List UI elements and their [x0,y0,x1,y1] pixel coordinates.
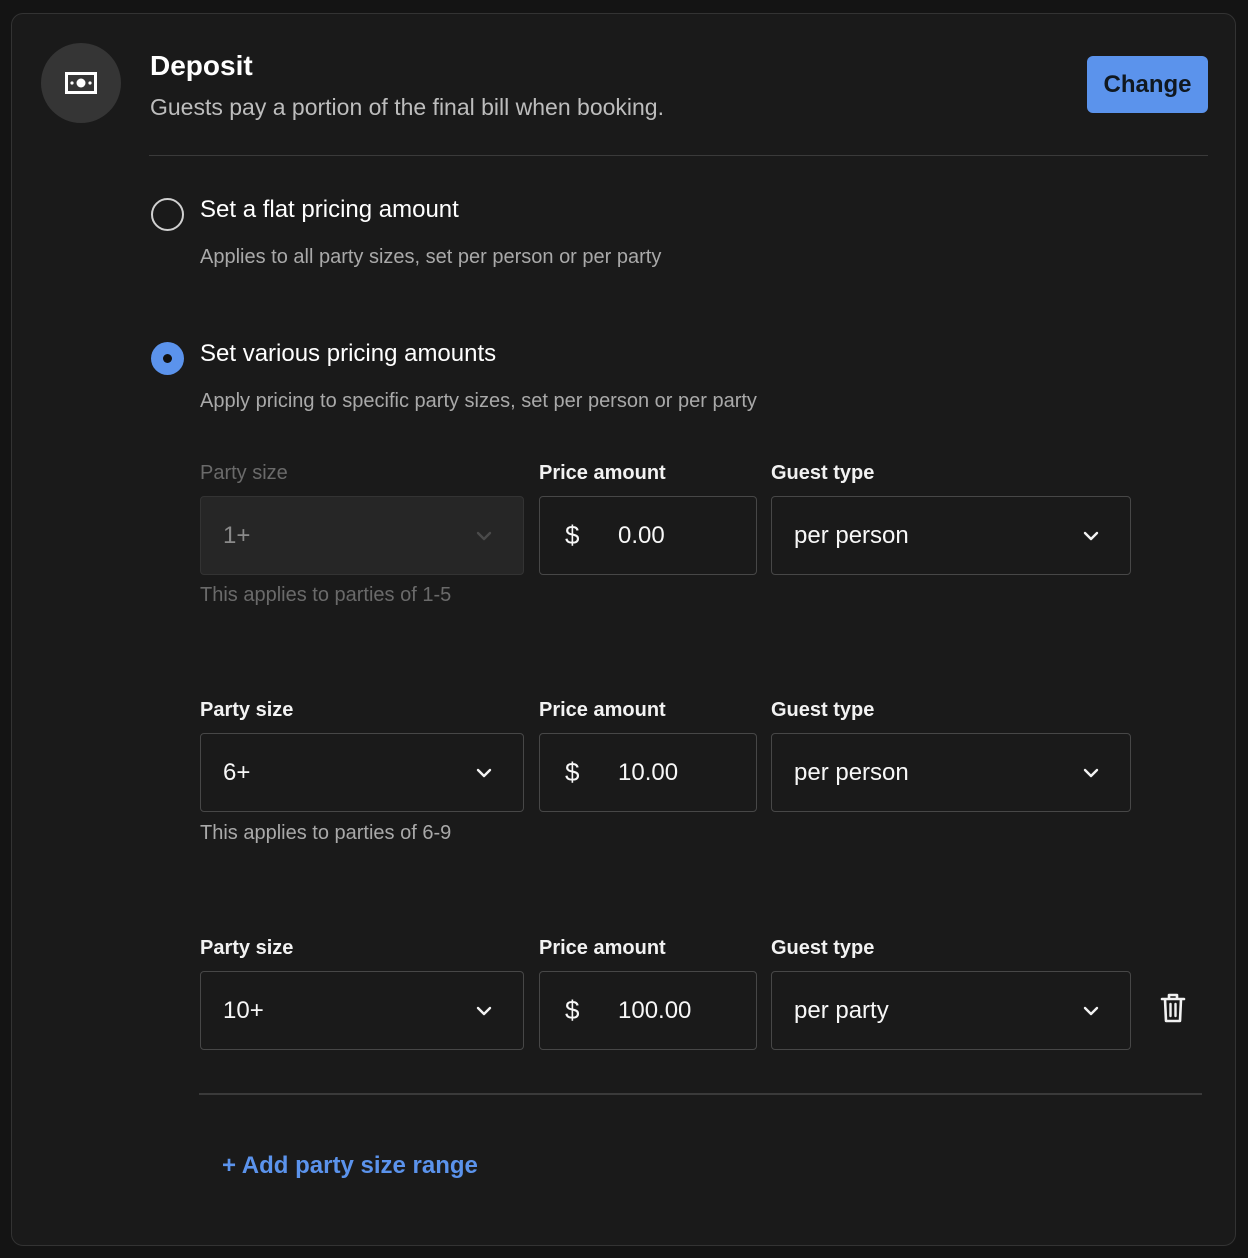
deposit-title: Deposit [150,50,253,81]
guest-type-label: Guest type [771,699,875,721]
various-pricing-label[interactable]: Set various pricing amounts [200,340,496,368]
chevron-down-icon [476,768,492,777]
flat-pricing-description: Applies to all party sizes, set per pers… [200,246,662,268]
guest-type-select[interactable]: per person [771,733,1131,812]
guest-type-value: per person [794,758,909,786]
party-size-select[interactable]: 10+ [200,971,524,1050]
guest-type-select[interactable]: per party [771,971,1131,1050]
chevron-down-icon [476,1006,492,1015]
various-pricing-radio[interactable] [151,342,184,375]
deposit-card: Deposit Guests pay a portion of the fina… [11,13,1236,1246]
flat-pricing-radio[interactable] [151,198,184,231]
chevron-down-icon [1083,1006,1099,1015]
party-size-label: Party size [200,937,294,959]
cash-icon [65,72,97,94]
price-value: 0.00 [618,521,665,549]
price-amount-input[interactable]: $ 0.00 [539,496,757,575]
deposit-subtitle: Guests pay a portion of the final bill w… [150,94,664,120]
ranges-divider [199,1093,1202,1095]
price-amount-label: Price amount [539,937,666,959]
party-size-value: 1+ [223,521,251,549]
party-size-label: Party size [200,699,294,721]
price-amount-label: Price amount [539,699,666,721]
chevron-down-icon [476,531,492,540]
currency-symbol: $ [565,995,580,1025]
party-size-value: 10+ [223,996,264,1024]
cash-icon-container [41,43,121,123]
guest-type-select[interactable]: per person [771,496,1131,575]
range-helper-text: This applies to parties of 1-5 [200,584,452,606]
chevron-down-icon [1083,531,1099,540]
guest-type-value: per party [794,996,889,1024]
trash-icon[interactable] [1158,992,1188,1024]
price-value: 10.00 [618,758,679,786]
party-size-value: 6+ [223,758,251,786]
various-pricing-description: Apply pricing to specific party sizes, s… [200,390,757,412]
add-party-size-range-link[interactable]: + Add party size range [222,1152,478,1180]
price-amount-input[interactable]: $ 100.00 [539,971,757,1050]
party-size-select: 1+ [200,496,524,575]
guest-type-label: Guest type [771,462,875,484]
price-amount-label: Price amount [539,462,666,484]
currency-symbol: $ [565,757,580,787]
change-button[interactable]: Change [1087,56,1208,113]
guest-type-label: Guest type [771,937,875,959]
currency-symbol: $ [565,520,580,550]
chevron-down-icon [1083,768,1099,777]
guest-type-value: per person [794,521,909,549]
price-value: 100.00 [618,996,692,1024]
price-amount-input[interactable]: $ 10.00 [539,733,757,812]
range-helper-text: This applies to parties of 6-9 [200,822,452,844]
party-size-select[interactable]: 6+ [200,733,524,812]
header-divider [149,155,1208,156]
party-size-label: Party size [200,462,288,484]
flat-pricing-label[interactable]: Set a flat pricing amount [200,196,459,224]
